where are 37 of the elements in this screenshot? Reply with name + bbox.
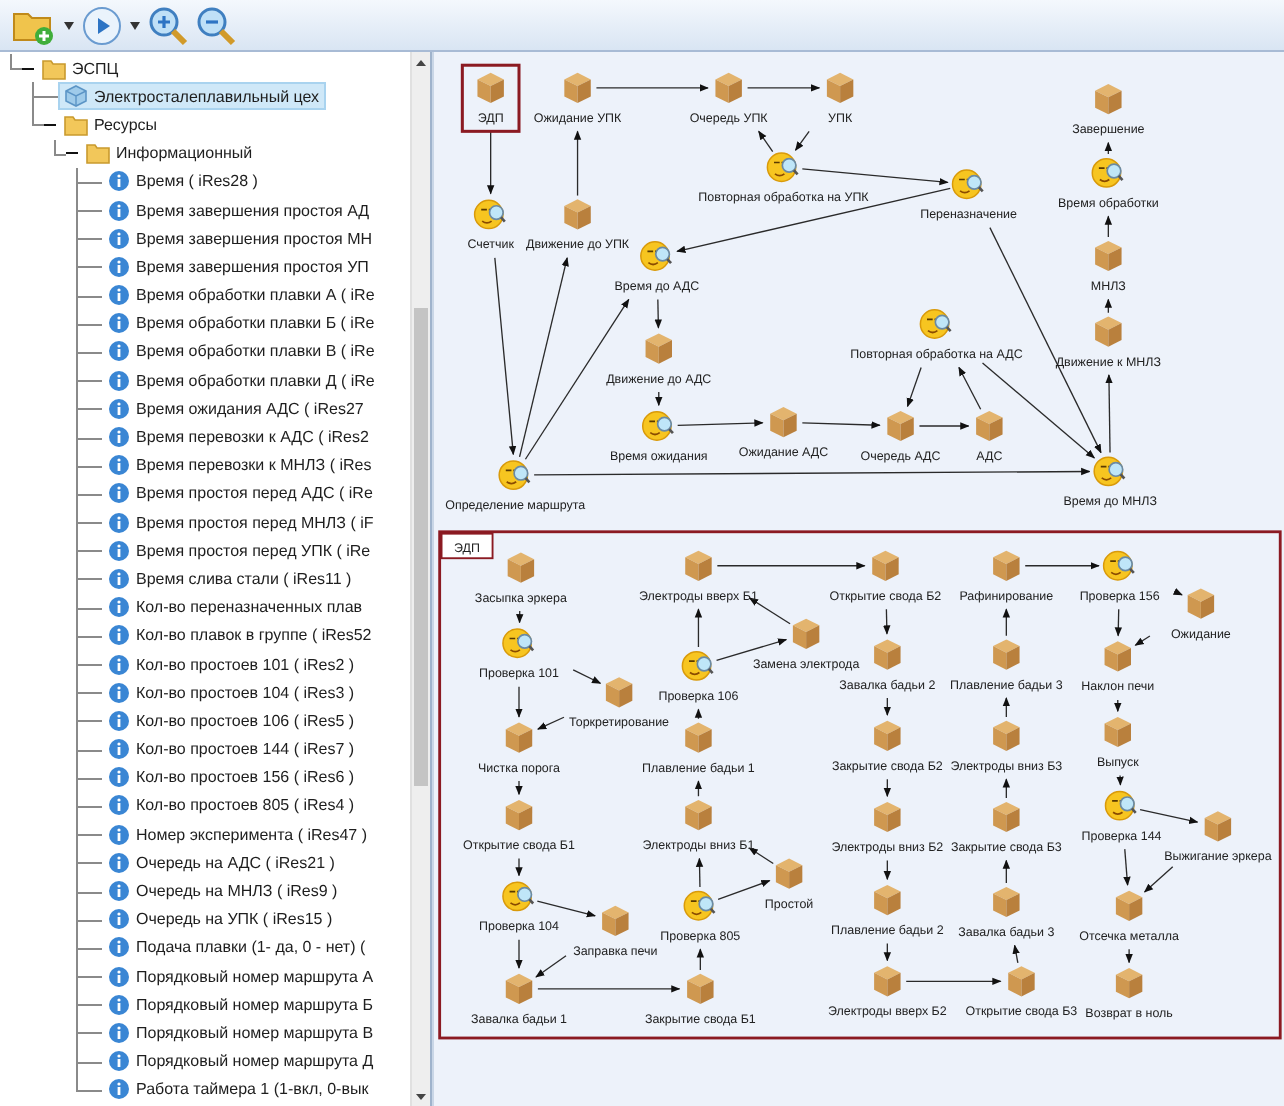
tree-item[interactable]: Время простоя перед УПК ( iRe xyxy=(104,536,375,565)
tree-item[interactable]: Порядковый номер маршрута Д xyxy=(104,1047,378,1076)
tree-item[interactable]: Время обработки плавки В ( iRe xyxy=(104,337,379,367)
tree-item[interactable]: Электросталеплавильный цех xyxy=(58,82,326,111)
tree-item[interactable]: Порядковый номер маршрута Б xyxy=(104,990,377,1019)
tree-item[interactable]: Порядковый номер маршрута А xyxy=(104,962,378,991)
tree-item[interactable]: Время ( iRes28 ) xyxy=(104,167,262,196)
tree-item[interactable]: Кол-во простоев 104 ( iRes3 ) xyxy=(104,678,359,707)
tree-item[interactable]: Время завершения простоя УП xyxy=(104,252,373,281)
tree-item[interactable]: Работа таймера 1 (1-вкл, 0-вык xyxy=(104,1075,373,1104)
tree-item[interactable]: Время обработки плавки Д ( iRe xyxy=(104,366,379,395)
tree-item[interactable]: Кол-во простоев 106 ( iRes5 ) xyxy=(104,706,359,735)
tree-item[interactable]: Очередь на АДС ( iRes21 ) xyxy=(104,848,339,877)
tree-item[interactable]: Кол-во простоев 156 ( iRes6 ) xyxy=(104,763,359,792)
tree-item[interactable]: Кол-во простоев 101 ( iRes2 ) xyxy=(104,649,359,679)
tree-item[interactable]: Кол-во простоев 805 ( iRes4 ) xyxy=(104,791,359,821)
tree-item[interactable]: Ресурсы xyxy=(60,110,162,140)
tree-item[interactable]: Кол-во плавок в группе ( iRes52 xyxy=(104,621,376,650)
tree-item[interactable]: Очередь на УПК ( iRes15 ) xyxy=(104,905,337,934)
tree-item[interactable]: Кол-во переназначенных плав xyxy=(104,593,367,622)
tree-item[interactable]: ЭСПЦ xyxy=(38,54,123,83)
tree-item[interactable]: Время завершения простоя МН xyxy=(104,224,377,253)
tree-item[interactable]: Порядковый номер маршрута В xyxy=(104,1018,378,1048)
tree-item[interactable]: Номер эксперимента ( iRes47 ) xyxy=(104,820,372,849)
tree-item[interactable]: Подача плавки (1- да, 0 - нет) ( xyxy=(104,933,370,962)
tree-item[interactable]: Информационный xyxy=(82,139,257,168)
tree-item[interactable]: Время ожидания АДС ( iRes27 xyxy=(104,394,368,423)
tree-item[interactable]: Время обработки плавки Б ( iRe xyxy=(104,309,379,338)
tree-item[interactable]: Время простоя перед АДС ( iRe xyxy=(104,479,377,508)
tree-item[interactable]: Очередь на МНЛЗ ( iRes9 ) xyxy=(104,876,342,906)
tree-item[interactable]: Кол-во простоев 144 ( iRes7 ) xyxy=(104,735,359,764)
tree-item[interactable]: Время перевозки к МНЛЗ ( iRes xyxy=(104,451,376,480)
tree-item[interactable]: Время слива стали ( iRes11 ) xyxy=(104,564,356,594)
tree-item[interactable]: Время завершения простоя АД xyxy=(104,195,374,225)
tree-item[interactable]: Время обработки плавки А ( iRe xyxy=(104,281,379,310)
tree-item[interactable]: Время простоя перед МНЛЗ ( iF xyxy=(104,508,378,537)
tree-item[interactable]: Время перевозки к АДС ( iRes2 xyxy=(104,422,373,452)
